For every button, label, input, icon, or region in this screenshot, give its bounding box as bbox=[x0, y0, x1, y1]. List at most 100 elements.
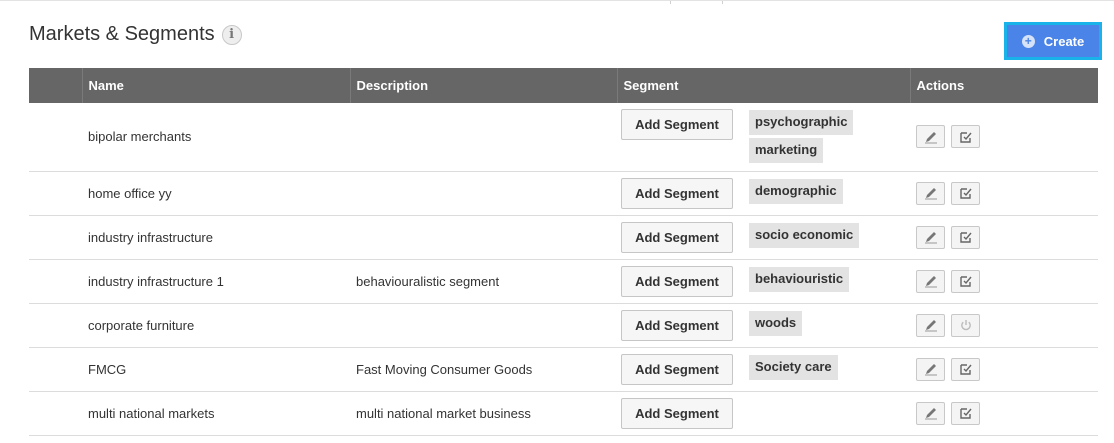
edit-button[interactable] bbox=[916, 401, 945, 425]
segment-tags: behaviouristic bbox=[749, 266, 850, 295]
create-button-focus-ring: + Create bbox=[1004, 22, 1102, 60]
edit-button[interactable] bbox=[916, 181, 945, 205]
edit-icon bbox=[924, 406, 938, 420]
column-header-segment[interactable]: Segment bbox=[617, 68, 911, 103]
edit-icon bbox=[924, 318, 938, 332]
row-blank-cell bbox=[29, 259, 82, 304]
row-segment-cell: Add Segment bbox=[617, 391, 910, 436]
row-name: industry infrastructure 1 bbox=[82, 259, 350, 304]
row-actions-cell bbox=[910, 259, 1098, 304]
row-description bbox=[350, 303, 617, 348]
column-header-actions: Actions bbox=[916, 78, 965, 93]
checkbox-edit-icon bbox=[959, 186, 973, 200]
row-actions-cell bbox=[910, 103, 1098, 172]
edit-button[interactable] bbox=[916, 313, 945, 337]
page-header: Markets & Segments i bbox=[29, 23, 242, 46]
markets-table: Name Description Segment Actions bipolar… bbox=[29, 68, 1098, 436]
table-row: home office yy Add Segment demographic bbox=[29, 171, 1098, 216]
row-blank-cell bbox=[29, 391, 82, 436]
checkbox-edit-button[interactable] bbox=[951, 125, 980, 148]
edit-icon bbox=[924, 362, 938, 376]
row-actions-cell bbox=[910, 391, 1098, 436]
row-description bbox=[350, 103, 617, 172]
row-blank-cell bbox=[29, 303, 82, 348]
row-segment-cell: Add Segment demographic bbox=[617, 171, 910, 216]
row-blank-cell bbox=[29, 215, 82, 260]
page-title: Markets & Segments bbox=[29, 23, 215, 45]
edit-icon bbox=[924, 274, 938, 288]
row-name: home office yy bbox=[82, 171, 350, 216]
table-row: corporate furniture Add Segment woods bbox=[29, 303, 1098, 348]
top-divider-tick bbox=[670, 1, 671, 4]
row-segment-cell: Add Segment behaviouristic bbox=[617, 259, 910, 304]
edit-icon bbox=[924, 230, 938, 244]
add-segment-button[interactable]: Add Segment bbox=[621, 353, 733, 385]
edit-button[interactable] bbox=[916, 357, 945, 381]
checkbox-edit-button[interactable] bbox=[951, 181, 980, 205]
add-segment-button[interactable]: Add Segment bbox=[621, 397, 733, 429]
segment-tag[interactable]: Society care bbox=[749, 354, 838, 380]
checkbox-edit-icon bbox=[959, 230, 973, 244]
row-description: multi national market business bbox=[350, 391, 617, 436]
create-button-label: Create bbox=[1043, 33, 1085, 49]
row-name: bipolar merchants bbox=[82, 103, 350, 172]
row-name: FMCG bbox=[82, 347, 350, 392]
table-row: industry infrastructure Add Segment socio … bbox=[29, 215, 1098, 260]
segment-tags: socio economic bbox=[749, 222, 860, 251]
segment-tag[interactable]: demographic bbox=[749, 178, 843, 204]
row-name: corporate furniture bbox=[82, 303, 350, 348]
segment-tag[interactable]: behaviouristic bbox=[749, 266, 850, 292]
edit-button[interactable] bbox=[916, 269, 945, 293]
add-segment-button[interactable]: Add Segment bbox=[621, 265, 733, 297]
table-row: FMCG Fast Moving Consumer Goods Add Segmen… bbox=[29, 347, 1098, 392]
table-header-row: Name Description Segment Actions bbox=[29, 68, 1098, 103]
row-actions-cell bbox=[910, 171, 1098, 216]
checkbox-edit-icon bbox=[959, 406, 973, 420]
row-segment-cell: Add Segment Society care bbox=[617, 347, 910, 392]
column-header-blank bbox=[29, 68, 83, 103]
segment-tag[interactable]: marketing bbox=[749, 138, 824, 163]
add-segment-button[interactable]: Add Segment bbox=[621, 177, 733, 209]
segment-tag[interactable]: psychographic bbox=[749, 110, 854, 135]
row-description bbox=[350, 171, 617, 216]
table-row: industry infrastructure 1 behaviouralisti… bbox=[29, 259, 1098, 304]
add-segment-button[interactable]: Add Segment bbox=[621, 109, 733, 140]
segment-tag[interactable]: socio economic bbox=[749, 222, 860, 248]
row-segment-cell: Add Segment woods bbox=[617, 303, 910, 348]
segment-tags: demographic bbox=[749, 178, 843, 207]
row-segment-cell: Add Segment psychographic marketing bbox=[617, 103, 910, 172]
info-icon[interactable]: i bbox=[221, 24, 242, 45]
add-segment-button[interactable]: Add Segment bbox=[621, 221, 733, 253]
power-icon bbox=[959, 318, 973, 332]
checkbox-edit-button[interactable] bbox=[951, 357, 980, 381]
power-button[interactable] bbox=[951, 313, 980, 337]
checkbox-edit-icon bbox=[959, 130, 973, 144]
segment-tag[interactable]: woods bbox=[749, 310, 803, 336]
row-description: Fast Moving Consumer Goods bbox=[350, 347, 617, 392]
add-segment-button[interactable]: Add Segment bbox=[621, 309, 733, 341]
table-row: multi national markets multi national mar… bbox=[29, 391, 1098, 436]
segment-tags: woods bbox=[749, 310, 803, 339]
create-button[interactable]: + Create bbox=[1007, 25, 1099, 57]
row-blank-cell bbox=[29, 347, 82, 392]
checkbox-edit-button[interactable] bbox=[951, 269, 980, 293]
row-name: multi national markets bbox=[82, 391, 350, 436]
row-description: behaviouralistic segment bbox=[350, 259, 617, 304]
checkbox-edit-button[interactable] bbox=[951, 225, 980, 249]
row-actions-cell bbox=[910, 215, 1098, 260]
row-segment-cell: Add Segment socio economic bbox=[617, 215, 910, 260]
column-header-name[interactable]: Name bbox=[82, 68, 351, 103]
checkbox-edit-icon bbox=[959, 362, 973, 376]
edit-button[interactable] bbox=[916, 225, 945, 249]
plus-circle-icon: + bbox=[1021, 34, 1035, 48]
segment-tags: psychographic marketing bbox=[749, 110, 910, 166]
edit-icon bbox=[924, 130, 938, 144]
edit-button[interactable] bbox=[916, 125, 945, 148]
row-blank-cell bbox=[29, 171, 82, 216]
checkbox-edit-button[interactable] bbox=[951, 401, 980, 425]
row-blank-cell bbox=[29, 103, 82, 172]
segment-tags: Society care bbox=[749, 354, 838, 383]
table-row: bipolar merchants Add Segment psychographi… bbox=[29, 103, 1098, 172]
column-header-description[interactable]: Description bbox=[350, 68, 618, 103]
row-actions-cell bbox=[910, 303, 1098, 348]
